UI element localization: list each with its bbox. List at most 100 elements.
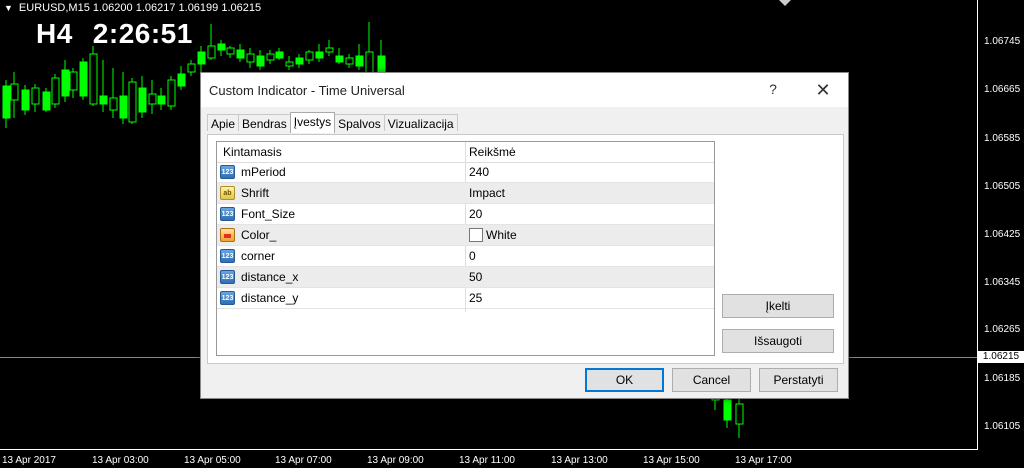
grid-row[interactable]: ab Shrift Impact — [217, 183, 714, 204]
row-value-text: 240 — [469, 165, 490, 179]
countdown-timer: 2:26:51 — [92, 18, 193, 49]
row-value-text: 0 — [469, 249, 476, 263]
time-axis-border — [0, 449, 978, 450]
tab-ivestys[interactable]: Įvestys — [289, 112, 336, 133]
number-type-icon: 123 — [220, 249, 235, 263]
ok-button[interactable]: OK — [585, 368, 664, 392]
candle-body — [148, 93, 157, 105]
indicator-time-display: H4 2:26:51 — [36, 18, 213, 50]
time-tick-label: 13 Apr 17:00 — [735, 455, 792, 466]
number-type-icon: 123 — [220, 291, 235, 305]
candle-body — [31, 87, 40, 105]
candle-body — [61, 69, 70, 97]
row-value-text: 20 — [469, 207, 483, 221]
custom-indicator-dialog: Custom Indicator - Time Universal ? ✕ Ap… — [200, 72, 849, 399]
row-name: Font_Size — [241, 207, 296, 221]
column-header-value[interactable]: Reikšmė — [469, 145, 516, 159]
reset-button[interactable]: Perstatyti — [759, 368, 838, 392]
price-axis-border — [977, 0, 978, 450]
price-tick-label: 1.06265 — [984, 324, 1021, 335]
tab-bendras[interactable]: Bendras — [238, 114, 291, 131]
price-tick-label: 1.06745 — [984, 36, 1021, 47]
chart-symbol-header: ▼ EURUSD,M15 1.06200 1.06217 1.06199 1.0… — [4, 2, 261, 14]
price-tick-label: 1.06505 — [984, 181, 1021, 192]
time-tick-label: 13 Apr 09:00 — [367, 455, 424, 466]
row-value[interactable]: 25 — [469, 291, 482, 305]
chart-shift-marker-icon[interactable] — [779, 0, 791, 6]
row-name: mPeriod — [241, 165, 286, 179]
time-tick-label: 13 Apr 05:00 — [184, 455, 241, 466]
grid-row[interactable]: 123 Font_Size 20 — [217, 204, 714, 225]
number-type-icon: 123 — [220, 165, 235, 179]
row-name: corner — [241, 249, 276, 263]
candle-body — [355, 55, 364, 67]
candle-body — [217, 43, 226, 51]
inputs-tab-panel: Kintamasis Reikšmė 123 mPeriod 240 ab Sh… — [207, 134, 844, 364]
grid-row[interactable]: 123 corner 0 — [217, 246, 714, 267]
time-tick-label: 13 Apr 07:00 — [275, 455, 332, 466]
candle-body — [735, 403, 744, 425]
row-value[interactable]: 240 — [469, 165, 489, 179]
candle-body — [325, 47, 334, 53]
candle-body — [723, 399, 732, 421]
candle-body — [109, 97, 118, 111]
help-icon[interactable]: ? — [763, 79, 783, 99]
symbol-quote-line: EURUSD,M15 1.06200 1.06217 1.06199 1.062… — [18, 2, 262, 14]
price-tick-label: 1.06345 — [984, 277, 1021, 288]
dialog-titlebar[interactable]: Custom Indicator - Time Universal ? ✕ — [201, 73, 848, 107]
tab-apie[interactable]: Apie — [207, 114, 240, 131]
close-icon[interactable]: ✕ — [811, 79, 835, 101]
row-value-text: White — [486, 228, 517, 242]
load-button[interactable]: Įkelti — [722, 294, 834, 318]
inputs-grid[interactable]: Kintamasis Reikšmė 123 mPeriod 240 ab Sh… — [216, 141, 715, 356]
tab-spalvos[interactable]: Spalvos — [334, 114, 385, 131]
candle-body — [256, 55, 265, 67]
candle-body — [226, 47, 235, 55]
grid-row[interactable]: 123 distance_x 50 — [217, 267, 714, 288]
candle-body — [138, 87, 147, 113]
candle-body — [10, 83, 19, 101]
price-tick-label: 1.06425 — [984, 229, 1021, 240]
number-type-icon: 123 — [220, 207, 235, 221]
candle-body — [21, 89, 30, 111]
tab-vizualizacija[interactable]: Vizualizacija — [383, 114, 458, 131]
candle-body — [51, 77, 60, 105]
candle-body — [119, 95, 128, 119]
grid-row[interactable]: Color_ White — [217, 225, 714, 246]
candle-body — [79, 61, 88, 97]
candle-body — [177, 73, 186, 87]
row-value[interactable]: 50 — [469, 270, 482, 284]
time-tick-label: 13 Apr 11:00 — [459, 455, 515, 466]
grid-row[interactable]: 123 mPeriod 240 — [217, 162, 714, 183]
dialog-title: Custom Indicator - Time Universal — [209, 83, 405, 98]
column-header-variable[interactable]: Kintamasis — [223, 145, 282, 159]
bid-price-tag: 1.06215 — [978, 351, 1024, 363]
save-button[interactable]: Išsaugoti — [722, 329, 834, 353]
grid-row[interactable]: 123 distance_y 25 — [217, 288, 714, 309]
cancel-button[interactable]: Cancel — [672, 368, 751, 392]
candle-body — [295, 57, 304, 65]
candle-body — [157, 95, 166, 105]
candle-body — [128, 81, 137, 123]
row-name: distance_x — [241, 270, 299, 284]
candle-body — [266, 53, 275, 61]
dialog-tabs: Apie Bendras Įvestys Spalvos Vizualizaci… — [207, 112, 458, 134]
candle-body — [197, 51, 206, 65]
time-tick-label: 13 Apr 13:00 — [551, 455, 608, 466]
candle-body — [99, 95, 108, 105]
price-tick-label: 1.06665 — [984, 84, 1021, 95]
dropdown-triangle-icon[interactable]: ▼ — [4, 3, 13, 13]
row-value[interactable]: White — [469, 228, 517, 242]
row-value[interactable]: Impact — [469, 186, 505, 200]
time-tick-label: 13 Apr 15:00 — [643, 455, 700, 466]
row-name: distance_y — [241, 291, 299, 305]
row-value-text: 25 — [469, 291, 483, 305]
color-swatch[interactable] — [469, 228, 483, 242]
price-tick-label: 1.06585 — [984, 133, 1021, 144]
time-tick-label: 13 Apr 2017 — [2, 455, 56, 466]
candle-body — [2, 85, 11, 119]
row-value[interactable]: 20 — [469, 207, 482, 221]
row-value[interactable]: 0 — [469, 249, 476, 263]
color-type-icon — [220, 228, 235, 242]
row-name: Shrift — [241, 186, 270, 200]
